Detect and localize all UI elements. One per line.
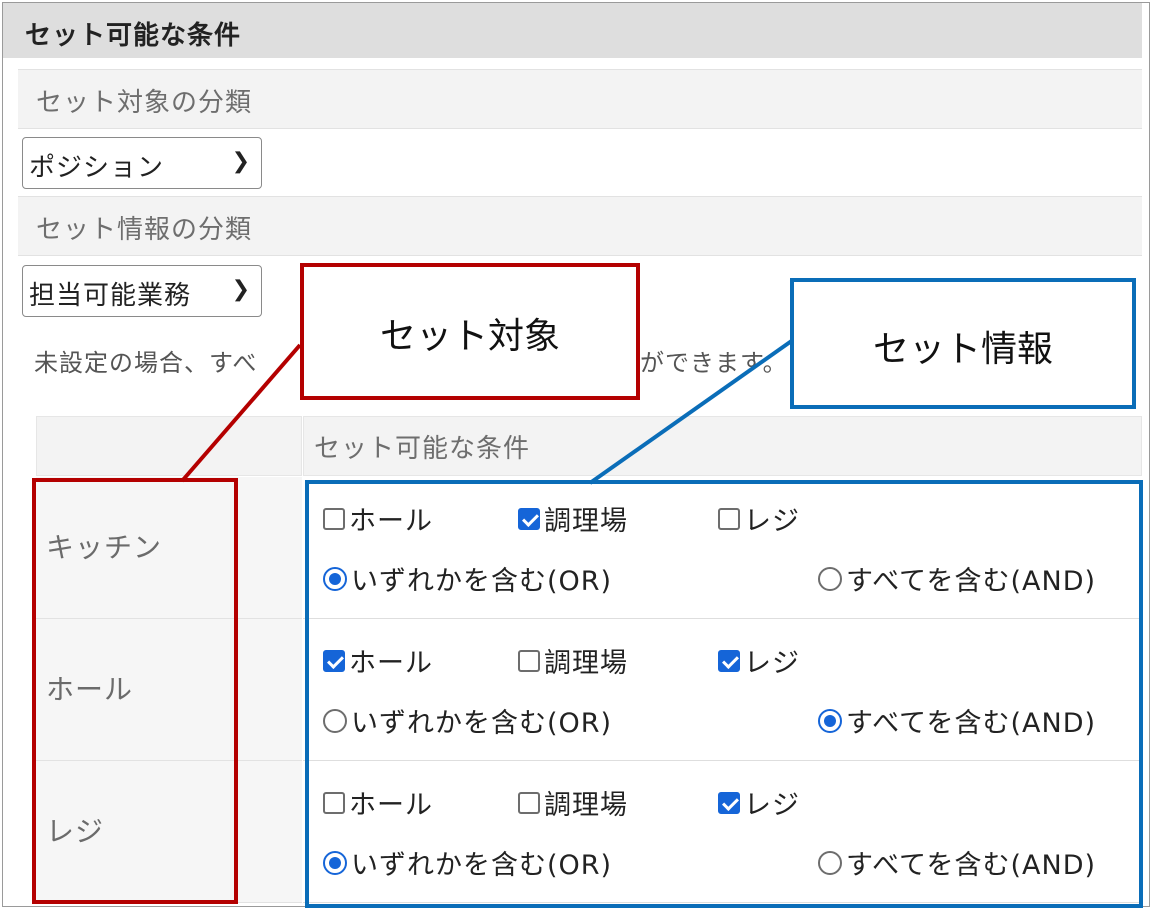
target-callout-text: セット対象 xyxy=(379,316,560,357)
target-connector-line xyxy=(180,343,302,483)
info-callout-text: セット情報 xyxy=(872,329,1053,370)
target-callout: セット対象 xyxy=(300,263,640,400)
callout-connectors xyxy=(180,333,802,485)
info-callout: セット情報 xyxy=(790,278,1136,409)
